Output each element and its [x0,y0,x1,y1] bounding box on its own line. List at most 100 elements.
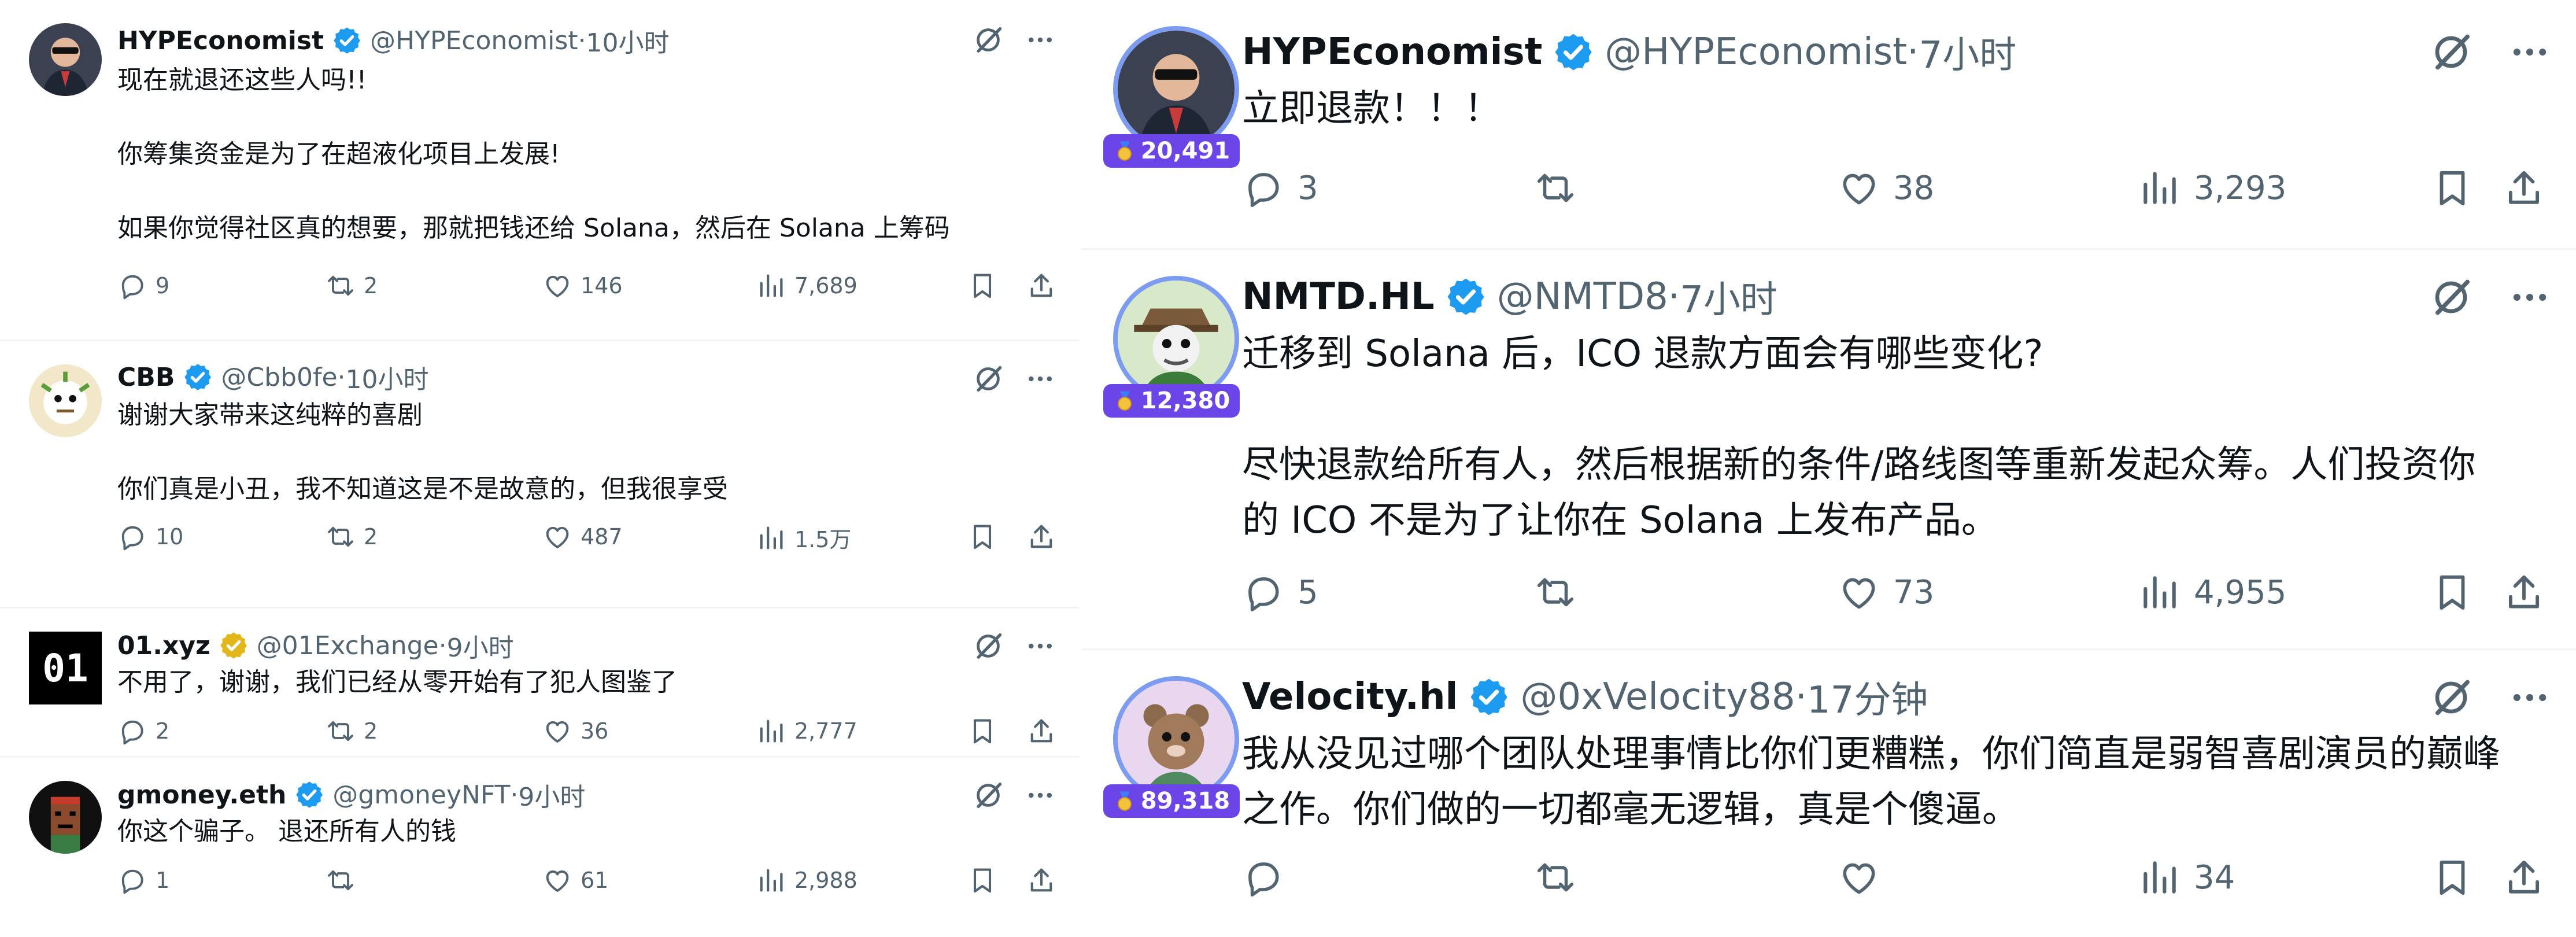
grok-icon[interactable] [971,629,1005,663]
more-icon[interactable] [1025,780,1056,811]
share-icon[interactable] [1026,522,1065,552]
handle[interactable]: @NMTD8 [1497,275,1668,318]
more-icon[interactable] [1025,363,1056,394]
tweet[interactable]: 89,318 Velocity.hl @0xVelocity88 · 17分钟 … [1081,650,2576,937]
views-button[interactable]: 1.5万 [756,522,851,554]
avatar[interactable] [1113,676,1239,802]
grok-icon[interactable] [971,23,1005,57]
tweet[interactable]: 01 01.xyz @01Exchange · 9小时 不用了，谢谢，我们已经从… [0,608,1081,758]
tweet[interactable]: gmoney.eth @gmoneyNFT · 9小时 你这个骗子。 退还所有人… [0,758,1081,937]
bookmark-icon[interactable] [967,716,1006,746]
like-button[interactable] [1838,856,1893,899]
tweet[interactable]: CBB @Cbb0fe · 10小时 谢谢大家带来这纯粹的喜剧 你们真是小丑，我… [0,341,1081,608]
more-icon[interactable] [2508,275,2552,319]
display-name[interactable]: Velocity.hl [1242,676,1458,718]
display-name[interactable]: gmoney.eth [117,780,286,810]
timestamp[interactable]: 9小时 [447,627,514,664]
views-button[interactable]: 4,955 [2138,571,2286,614]
retweet-button[interactable] [326,865,364,895]
handle[interactable]: @HYPEconomist [370,26,578,56]
avatar[interactable] [29,23,102,96]
timestamp[interactable]: 10小时 [346,359,429,396]
display-name[interactable]: NMTD.HL [1242,275,1435,318]
like-button[interactable]: 73 [1838,571,1934,614]
more-icon[interactable] [1025,630,1056,662]
like-button[interactable]: 146 [542,271,623,301]
display-name[interactable]: HYPEconomist [1242,31,1542,73]
display-name[interactable]: CBB [117,363,175,392]
more-icon[interactable] [2508,30,2552,74]
tweet-top-actions [2428,29,2552,75]
like-button[interactable]: 61 [542,865,608,895]
views-button[interactable]: 3,293 [2138,167,2286,209]
grok-icon[interactable] [971,362,1005,396]
handle[interactable]: @HYPEconomist [1605,31,1907,73]
reply-button[interactable]: 3 [1242,167,1318,209]
reply-button[interactable]: 9 [117,271,169,301]
retweet-button[interactable]: 2 [326,271,378,301]
tweet[interactable]: HYPEconomist @HYPEconomist · 10小时 现在就退还这… [0,0,1081,341]
retweet-button[interactable] [1534,856,1590,899]
timestamp[interactable]: 10小时 [586,22,670,59]
grok-icon[interactable] [971,779,1005,812]
share-icon[interactable] [1026,865,1065,895]
avatar[interactable]: 01 [29,632,102,704]
retweet-button[interactable] [1534,571,1590,614]
avatar[interactable] [1113,26,1239,152]
views-button[interactable]: 2,988 [756,865,858,895]
reply-button[interactable]: 10 [117,522,183,552]
handle[interactable]: @Cbb0fe [221,363,337,392]
share-icon[interactable] [2503,856,2558,899]
share-icon[interactable] [2503,571,2558,614]
grok-icon[interactable] [2428,674,2474,721]
more-icon[interactable] [1025,24,1056,56]
tweet-header: gmoney.eth @gmoneyNFT · 9小时 [117,776,585,813]
bookmark-icon[interactable] [967,271,1006,301]
tweet[interactable]: 20,491 HYPEconomist @HYPEconomist · 7小时 … [1081,0,2576,250]
share-icon[interactable] [1026,716,1065,746]
share-icon[interactable] [2503,167,2558,209]
timestamp[interactable]: 7小时 [1680,270,1777,323]
bookmark-icon[interactable] [2431,167,2486,209]
bookmark-icon[interactable] [967,865,1006,895]
bookmark-icon[interactable] [2431,571,2486,614]
bookmark-icon[interactable] [967,522,1006,552]
like-button[interactable]: 487 [542,522,623,552]
avatar[interactable] [29,364,102,437]
score-badge: 12,380 [1103,384,1240,418]
like-button[interactable]: 36 [542,716,608,746]
tweet[interactable]: 12,380 NMTD.HL @NMTD8 · 7小时 迁移到 Solana 后… [1081,250,2576,650]
like-button[interactable]: 38 [1838,167,1934,209]
views-button[interactable]: 2,777 [756,716,858,746]
score-value: 12,380 [1140,388,1230,414]
handle[interactable]: @01Exchange [257,631,439,661]
timestamp[interactable]: 17分钟 [1807,670,1928,724]
views-button[interactable]: 7,689 [756,271,858,301]
bookmark-icon[interactable] [2431,856,2486,899]
reply-count: 3 [1298,169,1318,207]
avatar-text: 01 [42,645,88,691]
handle[interactable]: @0xVelocity88 [1520,676,1795,718]
tweet-top-actions [971,779,1056,812]
views-button[interactable]: 34 [2138,856,2235,899]
grok-icon[interactable] [2428,29,2474,75]
reply-button[interactable]: 2 [117,716,169,746]
reply-button[interactable] [1242,856,1298,899]
retweet-button[interactable] [1534,167,1590,209]
reply-button[interactable]: 5 [1242,571,1318,614]
separator: · [337,362,346,392]
display-name[interactable]: 01.xyz [117,631,210,661]
display-name[interactable]: HYPEconomist [117,26,324,56]
reply-button[interactable]: 1 [117,865,169,895]
avatar[interactable] [1113,276,1239,402]
retweet-button[interactable]: 2 [326,716,378,746]
handle[interactable]: @gmoneyNFT [332,780,510,810]
share-icon[interactable] [1026,271,1065,301]
retweet-button[interactable]: 2 [326,522,378,552]
avatar[interactable] [29,781,102,854]
score-badge: 89,318 [1103,784,1240,818]
timestamp[interactable]: 7小时 [1919,25,2017,79]
more-icon[interactable] [2508,676,2552,720]
grok-icon[interactable] [2428,274,2474,320]
timestamp[interactable]: 9小时 [518,776,585,813]
